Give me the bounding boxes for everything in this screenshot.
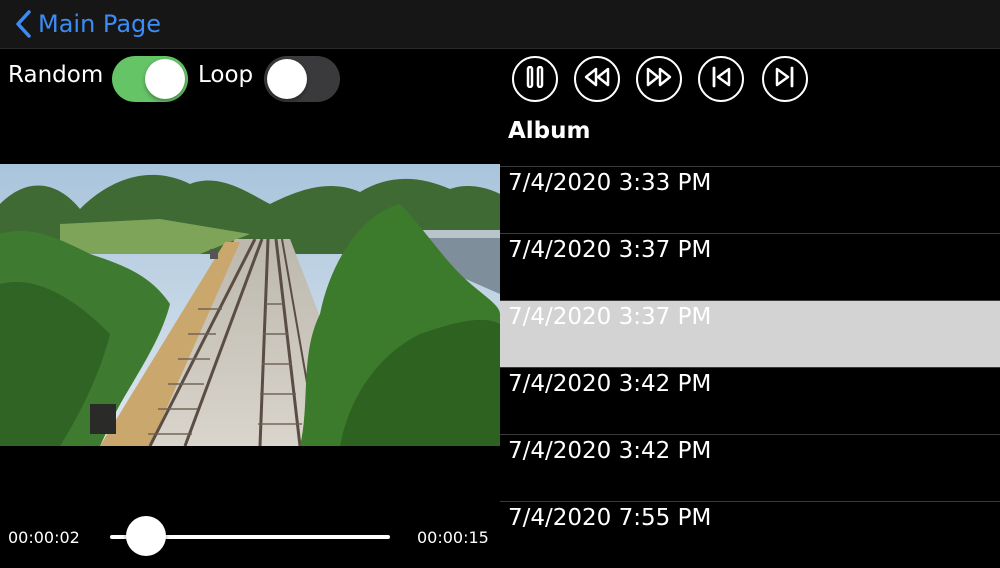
list-item-label: 7/4/2020 3:42 PM [508, 371, 712, 397]
toggle-knob [145, 59, 185, 99]
list-item-label: 7/4/2020 3:37 PM [508, 237, 712, 263]
current-time: 00:00:02 [8, 528, 80, 547]
list-item-selected[interactable]: 7/4/2020 3:37 PM [500, 300, 1000, 367]
video-frame [0, 164, 500, 446]
list-item-label: 7/4/2020 3:42 PM [508, 438, 712, 464]
fast-forward-icon [646, 67, 672, 91]
navigation-bar: Main Page [0, 0, 1000, 49]
skip-forward-icon [774, 66, 796, 92]
fast-forward-button[interactable] [636, 56, 682, 102]
list-item[interactable]: 7/4/2020 7:55 PM [500, 501, 1000, 568]
loop-toggle[interactable] [264, 56, 340, 102]
back-button[interactable]: Main Page [14, 5, 161, 43]
chevron-left-icon [14, 10, 32, 38]
skip-forward-button[interactable] [762, 56, 808, 102]
album-title: Album [508, 118, 591, 144]
list-item[interactable]: 7/4/2020 3:42 PM [500, 434, 1000, 501]
random-toggle[interactable] [112, 56, 188, 102]
album-list: 7/4/2020 3:33 PM 7/4/2020 3:37 PM 7/4/20… [500, 166, 1000, 568]
total-time: 00:00:15 [417, 528, 489, 547]
rewind-icon [584, 67, 610, 91]
playback-slider-thumb[interactable] [126, 516, 167, 556]
skip-back-button[interactable] [698, 56, 744, 102]
list-item-label: 7/4/2020 7:55 PM [508, 505, 712, 531]
toggle-knob [267, 59, 307, 99]
random-label: Random [8, 62, 104, 88]
rewind-button[interactable] [574, 56, 620, 102]
list-item-label: 7/4/2020 3:33 PM [508, 170, 712, 196]
list-item[interactable]: 7/4/2020 3:42 PM [500, 367, 1000, 434]
skip-back-icon [710, 66, 732, 92]
list-item[interactable]: 7/4/2020 3:37 PM [500, 233, 1000, 300]
list-item[interactable]: 7/4/2020 3:33 PM [500, 166, 1000, 233]
back-button-label: Main Page [38, 10, 162, 38]
list-item-label: 7/4/2020 3:37 PM [508, 304, 712, 330]
pause-button[interactable] [512, 56, 558, 102]
loop-label: Loop [198, 62, 254, 88]
pause-icon [525, 65, 545, 92]
video-player[interactable] [0, 164, 500, 446]
